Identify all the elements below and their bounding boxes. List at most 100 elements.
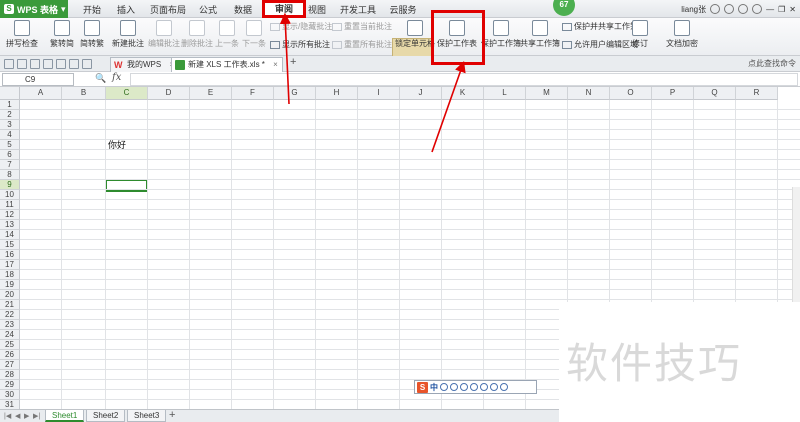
new-tab-plus-icon[interactable]: + [290, 56, 296, 68]
tab-review[interactable]: 审阅 [262, 0, 306, 18]
column-header-h[interactable]: H [316, 87, 358, 100]
customize-icon[interactable] [82, 59, 92, 69]
track-changes-button[interactable]: 修订 [632, 20, 648, 49]
share-workbook-button[interactable]: 共享工作簿 [520, 20, 560, 49]
row-header-21[interactable]: 21 [0, 300, 20, 310]
reset-current-comment-button[interactable]: 重置当前批注 [332, 21, 392, 32]
column-header-j[interactable]: J [400, 87, 442, 100]
column-header-m[interactable]: M [526, 87, 568, 100]
notification-icon[interactable] [710, 4, 721, 14]
row-header-31[interactable]: 31 [0, 400, 20, 409]
column-header-b[interactable]: B [62, 87, 106, 100]
sheet-tab-1[interactable]: Sheet1 [45, 410, 85, 422]
skin-icon[interactable] [724, 4, 735, 14]
row-header-17[interactable]: 17 [0, 260, 20, 270]
close-icon[interactable]: ✕ [789, 5, 796, 14]
row-header-25[interactable]: 25 [0, 340, 20, 350]
column-header-a[interactable]: A [20, 87, 62, 100]
tab-home[interactable]: 开始 [80, 3, 104, 17]
row-header-20[interactable]: 20 [0, 290, 20, 300]
column-header-q[interactable]: Q [694, 87, 736, 100]
row-header-12[interactable]: 12 [0, 210, 20, 220]
column-header-o[interactable]: O [610, 87, 652, 100]
row-header-3[interactable]: 3 [0, 120, 20, 130]
sheet-tab-3[interactable]: Sheet3 [127, 410, 167, 422]
save-icon[interactable] [17, 59, 27, 69]
simp-to-trad-button[interactable]: 简转繁 [80, 20, 104, 49]
score-badge[interactable]: 67 [553, 0, 575, 16]
spellcheck-button[interactable]: 拼写检查 [6, 20, 38, 49]
restore-icon[interactable]: ❐ [778, 5, 785, 14]
punctuation-icon[interactable] [440, 383, 448, 391]
column-header-r[interactable]: R [736, 87, 778, 100]
protect-workbook-button[interactable]: 保护工作簿 [481, 20, 521, 49]
show-hide-comment-button[interactable]: 显示/隐藏批注 [270, 21, 332, 32]
user-name[interactable]: liang张 [681, 4, 706, 15]
row-header-5[interactable]: 5 [0, 140, 20, 150]
row-header-7[interactable]: 7 [0, 160, 20, 170]
reset-all-comments-button[interactable]: 重置所有批注 [332, 39, 392, 50]
row-header-16[interactable]: 16 [0, 250, 20, 260]
row-header-15[interactable]: 15 [0, 240, 20, 250]
wps-app-menu-button[interactable]: S WPS 表格 ▾ [0, 0, 68, 18]
last-sheet-icon[interactable]: ▶| [33, 412, 40, 420]
user-icon[interactable] [480, 383, 488, 391]
command-search[interactable]: 点此查找命令 [748, 58, 796, 69]
row-header-2[interactable]: 2 [0, 110, 20, 120]
column-header-l[interactable]: L [484, 87, 526, 100]
row-header-19[interactable]: 19 [0, 280, 20, 290]
settings-icon[interactable] [738, 4, 749, 14]
show-all-comments-button[interactable]: 显示所有批注 [270, 39, 330, 50]
ime-mode[interactable]: 中 [430, 382, 438, 393]
skin-shirt-icon[interactable] [490, 383, 498, 391]
protect-and-share-button[interactable]: 保护并共享工作簿 [562, 21, 638, 32]
row-header-4[interactable]: 4 [0, 130, 20, 140]
row-header-24[interactable]: 24 [0, 330, 20, 340]
row-header-13[interactable]: 13 [0, 220, 20, 230]
file-tab-my-wps[interactable]: W 我的WPS × [110, 57, 180, 72]
sogou-logo-icon[interactable]: S [417, 381, 428, 393]
column-header-c[interactable]: C [106, 87, 148, 100]
tab-data[interactable]: 数据 [231, 3, 255, 17]
close-tab-icon[interactable]: × [273, 60, 278, 69]
tools-icon[interactable] [500, 383, 508, 391]
column-header-p[interactable]: P [652, 87, 694, 100]
row-header-23[interactable]: 23 [0, 320, 20, 330]
sheet-tab-2[interactable]: Sheet2 [86, 410, 126, 422]
formula-input[interactable] [130, 73, 798, 86]
row-header-26[interactable]: 26 [0, 350, 20, 360]
tab-view[interactable]: 视图 [305, 3, 329, 17]
ime-toolbar[interactable]: S 中 [414, 380, 537, 394]
print-preview-icon[interactable] [43, 59, 53, 69]
selected-cell-c9[interactable] [105, 179, 148, 192]
edit-comment-button[interactable]: 编辑批注 [148, 20, 180, 49]
fx-icon[interactable]: fx [112, 72, 121, 83]
zoom-search-icon[interactable]: 🔍 [95, 73, 106, 84]
minimize-icon[interactable]: — [766, 5, 774, 14]
row-header-11[interactable]: 11 [0, 200, 20, 210]
prev-comment-button[interactable]: 上一条 [215, 20, 239, 49]
emoji-icon[interactable] [450, 383, 458, 391]
tab-insert[interactable]: 插入 [114, 3, 138, 17]
row-header-18[interactable]: 18 [0, 270, 20, 280]
row-header-29[interactable]: 29 [0, 380, 20, 390]
row-header-6[interactable]: 6 [0, 150, 20, 160]
row-header-8[interactable]: 8 [0, 170, 20, 180]
open-icon[interactable] [4, 59, 14, 69]
column-header-d[interactable]: D [148, 87, 190, 100]
select-all-corner[interactable] [0, 87, 20, 100]
redo-icon[interactable] [69, 59, 79, 69]
tab-developer[interactable]: 开发工具 [338, 3, 378, 17]
add-sheet-icon[interactable]: + [169, 409, 175, 421]
tab-cloud[interactable]: 云服务 [386, 3, 420, 17]
row-header-9[interactable]: 9 [0, 180, 20, 190]
doc-encrypt-button[interactable]: 文档加密 [666, 20, 698, 49]
print-icon[interactable] [30, 59, 40, 69]
row-header-1[interactable]: 1 [0, 100, 20, 110]
name-box[interactable]: C9 [2, 73, 74, 86]
column-header-g[interactable]: G [274, 87, 316, 100]
prev-sheet-icon[interactable]: ◀ [15, 412, 20, 420]
row-header-30[interactable]: 30 [0, 390, 20, 400]
row-header-14[interactable]: 14 [0, 230, 20, 240]
column-header-e[interactable]: E [190, 87, 232, 100]
